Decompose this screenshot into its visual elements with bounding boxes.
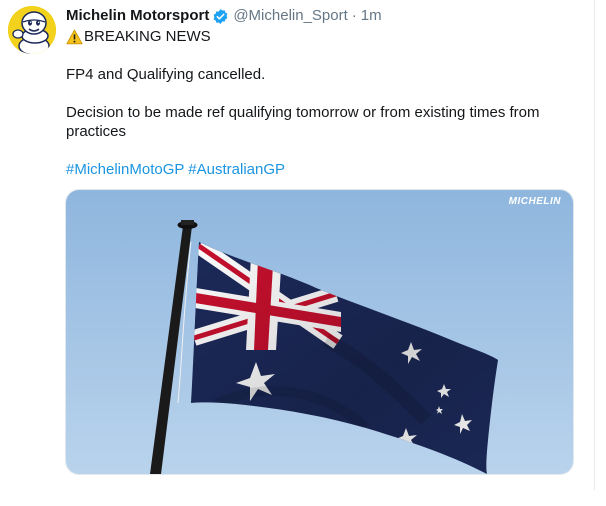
avatar[interactable] [8,6,56,54]
tweet-page: Michelin Motorsport @Michelin_Sport · 1m [0,0,606,506]
hashtag-michelinmotogp[interactable]: #MichelinMotoGP [66,161,184,178]
headline-text: FP4 and Qualifying cancelled. [66,66,266,83]
breaking-news-text: BREAKING NEWS [84,28,211,45]
tweet-content: Michelin Motorsport @Michelin_Sport · 1m [66,6,576,179]
decision-text: Decision to be made ref qualifying tomor… [66,104,540,140]
michelin-watermark: MICHELIN [508,196,561,207]
separator-dot: · [351,7,357,24]
author-name[interactable]: Michelin Motorsport [66,6,209,26]
breaking-news-line: BREAKING NEWS [66,27,576,46]
australian-flag-image [66,190,573,474]
warning-icon [66,29,83,45]
divider [594,0,595,490]
tweet-media-image[interactable]: MICHELIN [65,189,574,475]
hashtag-australiangp[interactable]: #AustralianGP [188,161,285,178]
author-handle[interactable]: @Michelin_Sport [233,6,347,26]
hashtags: #MichelinMotoGP #AustralianGP [66,160,576,179]
tweet-header: Michelin Motorsport @Michelin_Sport · 1m [66,6,576,26]
tweet-timestamp[interactable]: 1m [361,6,382,26]
tweet-text: BREAKING NEWS FP4 and Qualifying cancell… [66,27,576,141]
verified-badge-icon [212,8,229,25]
michelin-bibendum-avatar-icon [8,6,56,54]
